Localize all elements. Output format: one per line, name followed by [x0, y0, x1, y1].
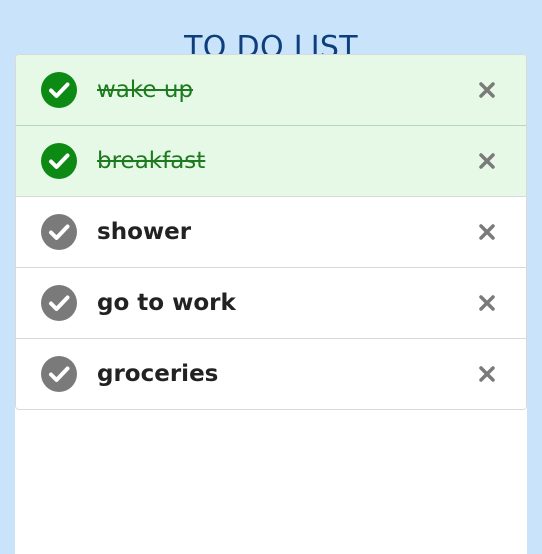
- todo-item[interactable]: go to work: [16, 267, 526, 338]
- close-icon[interactable]: [477, 80, 497, 100]
- todo-item-label: shower: [97, 219, 192, 245]
- check-circle-icon[interactable]: [41, 356, 77, 392]
- close-icon[interactable]: [477, 222, 497, 242]
- todo-item[interactable]: breakfast: [16, 125, 526, 196]
- todo-item[interactable]: shower: [16, 196, 526, 267]
- todo-item-label: wake up: [97, 77, 194, 103]
- todo-item[interactable]: wake up: [16, 55, 526, 125]
- todo-item-label: go to work: [97, 290, 236, 316]
- todo-list: wake up breakfast shower go to work groc…: [15, 54, 527, 410]
- todo-item-label: groceries: [97, 361, 219, 387]
- todo-item[interactable]: groceries: [16, 338, 526, 409]
- close-icon[interactable]: [477, 151, 497, 171]
- close-icon[interactable]: [477, 364, 497, 384]
- todo-item-label: breakfast: [97, 148, 206, 174]
- close-icon[interactable]: [477, 293, 497, 313]
- check-circle-icon[interactable]: [41, 72, 77, 108]
- check-circle-icon[interactable]: [41, 143, 77, 179]
- check-circle-icon[interactable]: [41, 285, 77, 321]
- check-circle-icon[interactable]: [41, 214, 77, 250]
